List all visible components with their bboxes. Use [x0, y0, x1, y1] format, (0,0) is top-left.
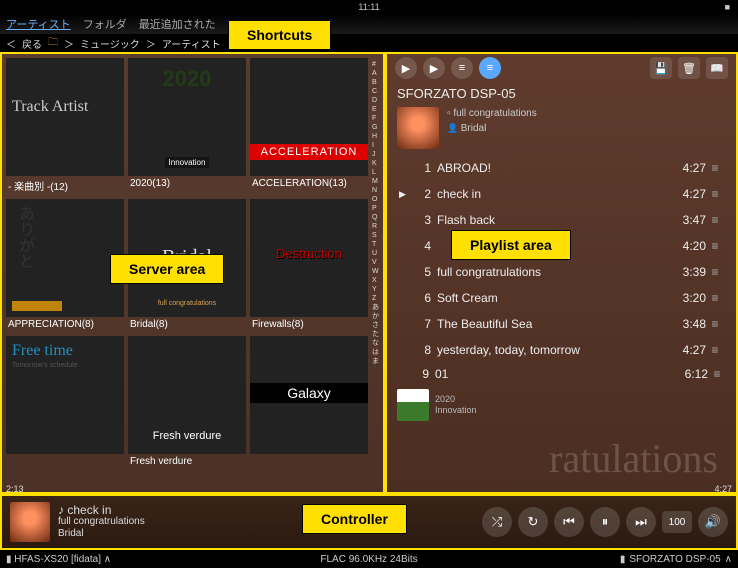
album-item[interactable]: Free timeTomorrow's schedule — [6, 336, 124, 469]
server-area: Track Artist- 楽曲別 -(12)2020Innovation202… — [0, 52, 385, 494]
annotation-server: Server area — [110, 254, 224, 284]
album-item[interactable]: ACCELERATIONACCELERATION(13) — [250, 58, 368, 195]
album-item[interactable]: Fresh verdureFresh verdure — [128, 336, 246, 469]
alpha-index[interactable]: #ABCDEFGHIJKLMNOPQRSTUVWXYZあかさたなはま — [372, 60, 379, 366]
queue-icon[interactable]: ≡ — [479, 57, 501, 79]
tab-recent[interactable]: 最近追加された — [139, 16, 216, 32]
album-label: ACCELERATION(13) — [250, 176, 368, 191]
album-item[interactable]: DestructionFirewalls(8) — [250, 199, 368, 332]
album-label: APPRECIATION(8) — [6, 317, 124, 332]
track-row[interactable]: 1ABROAD!4:27≡ — [397, 155, 726, 181]
status-bar: 11:11 ■ — [0, 0, 738, 14]
album-item[interactable]: 2020Innovation2020(13) — [128, 58, 246, 195]
annotation-playlist: Playlist area — [451, 230, 571, 260]
track-row[interactable]: 7The Beautiful Sea3:48≡ — [397, 311, 726, 337]
album-art: ACCELERATION — [250, 58, 368, 176]
album-art: Track Artist — [6, 58, 124, 176]
elapsed-time: 2:13 — [6, 484, 24, 494]
album-label: - 楽曲別 -(12) — [6, 176, 124, 195]
playlist-area: ▶ ▶ ≡ ≡ 💾 🗑 📖 SFORZATO DSP-05 full congr… — [385, 52, 738, 494]
now-playing-thumb[interactable] — [10, 502, 50, 542]
next-album-meta: 2020 Innovation — [387, 385, 736, 425]
drag-handle-icon[interactable]: ≡ — [706, 161, 724, 175]
book-icon[interactable]: 📖 — [706, 57, 728, 79]
annotation-shortcuts: Shortcuts — [228, 20, 331, 50]
battery-icon: ■ — [725, 2, 730, 12]
now-album-artist: Bridal — [447, 121, 537, 136]
back-icon[interactable]: ＜ — [6, 36, 16, 51]
prev-button[interactable]: ⏮ — [554, 507, 584, 537]
album-label: Bridal(8) — [128, 317, 246, 332]
format-info: FLAC 96.0KHz 24Bits — [320, 554, 417, 565]
album-label — [250, 454, 368, 458]
album-art: ありがと — [6, 199, 124, 317]
album-item[interactable]: ありがとAPPRECIATION(8) — [6, 199, 124, 332]
now-album-title: full congratulations — [447, 107, 537, 121]
drag-handle-icon[interactable]: ≡ — [708, 367, 726, 381]
save-button[interactable]: 💾 — [650, 57, 672, 79]
list-icon[interactable]: ≡ — [451, 57, 473, 79]
pause-button[interactable]: ⏸ — [590, 507, 620, 537]
album-art: Fresh verdure — [128, 336, 246, 454]
album-art: Destruction — [250, 199, 368, 317]
now-playing-artist: Bridal — [58, 528, 145, 540]
drag-handle-icon[interactable]: ≡ — [706, 239, 724, 253]
album-label: Firewalls(8) — [250, 317, 368, 332]
album-label — [6, 454, 124, 458]
track-row[interactable]: 5full congratrulations3:39≡ — [397, 259, 726, 285]
album-art: Free timeTomorrow's schedule — [6, 336, 124, 454]
now-playing-title: check in — [58, 504, 145, 516]
play-indicator-icon: ▶ — [399, 189, 415, 200]
breadcrumb: ＜ 戻る 🗀 ＞ ミュージック ＞ アーティスト — [0, 34, 738, 52]
album-label: 2020(13) — [128, 176, 246, 191]
album-art: Galaxy — [250, 336, 368, 454]
crumb-music[interactable]: ミュージック — [80, 36, 140, 51]
now-playing-album: full congratrulations — [58, 516, 145, 528]
drag-handle-icon[interactable]: ≡ — [706, 213, 724, 227]
background-text: ratulations — [549, 435, 718, 482]
repeat-button[interactable]: ↻ — [518, 507, 548, 537]
renderer-name: SFORZATO DSP-05 — [387, 82, 736, 103]
delete-button[interactable]: 🗑 — [678, 57, 700, 79]
play-later-button[interactable]: ▶ — [395, 57, 417, 79]
volume-display[interactable]: 100 — [662, 511, 692, 533]
top-tab-bar: アーティスト フォルダ 最近追加された — [0, 14, 738, 34]
tab-folder[interactable]: フォルダ — [83, 16, 127, 32]
next-album-thumb — [397, 389, 429, 421]
back-button[interactable]: 戻る — [22, 36, 42, 51]
album-label: Fresh verdure — [128, 454, 246, 469]
now-playing-album[interactable]: full congratulations Bridal — [387, 103, 736, 155]
status-time: 11:11 — [358, 2, 379, 12]
controller-bar: 2:13 4:27 check in full congratrulations… — [0, 494, 738, 550]
track-row[interactable]: ▶2check in4:27≡ — [397, 181, 726, 207]
bottom-bar: ▮ HFAS-XS20 [fidata] ∧ FLAC 96.0KHz 24Bi… — [0, 550, 738, 568]
album-item[interactable]: Track Artist- 楽曲別 -(12) — [6, 58, 124, 195]
drag-handle-icon[interactable]: ≡ — [706, 317, 724, 331]
drag-handle-icon[interactable]: ≡ — [706, 265, 724, 279]
drag-handle-icon[interactable]: ≡ — [706, 187, 724, 201]
drag-handle-icon[interactable]: ≡ — [706, 291, 724, 305]
next-button[interactable]: ⏭ — [626, 507, 656, 537]
annotation-controller: Controller — [302, 504, 407, 534]
album-item[interactable]: Galaxy — [250, 336, 368, 469]
next-album-row[interactable]: 9 01 6:12 ≡ — [387, 363, 736, 385]
track-row[interactable]: 8yesterday, today, tomorrow4:27≡ — [397, 337, 726, 363]
drag-handle-icon[interactable]: ≡ — [706, 343, 724, 357]
album-art: 2020Innovation — [128, 58, 246, 176]
play-next-button[interactable]: ▶ — [423, 57, 445, 79]
playlist-toolbar: ▶ ▶ ≡ ≡ 💾 🗑 📖 — [387, 54, 736, 82]
speaker-icon[interactable]: 🔊 — [698, 507, 728, 537]
album-art-thumb — [397, 107, 439, 149]
shuffle-button[interactable]: ⤮ — [482, 507, 512, 537]
folder-icon: 🗀 — [48, 35, 58, 52]
track-row[interactable]: 6Soft Cream3:20≡ — [397, 285, 726, 311]
renderer-indicator[interactable]: ▮ SFORZATO DSP-05 ∧ — [620, 554, 732, 565]
crumb-artist[interactable]: アーティスト — [162, 36, 221, 51]
server-indicator[interactable]: ▮ HFAS-XS20 [fidata] ∧ — [6, 554, 111, 565]
tab-artist[interactable]: アーティスト — [6, 16, 71, 32]
remain-time: 4:27 — [714, 484, 732, 494]
